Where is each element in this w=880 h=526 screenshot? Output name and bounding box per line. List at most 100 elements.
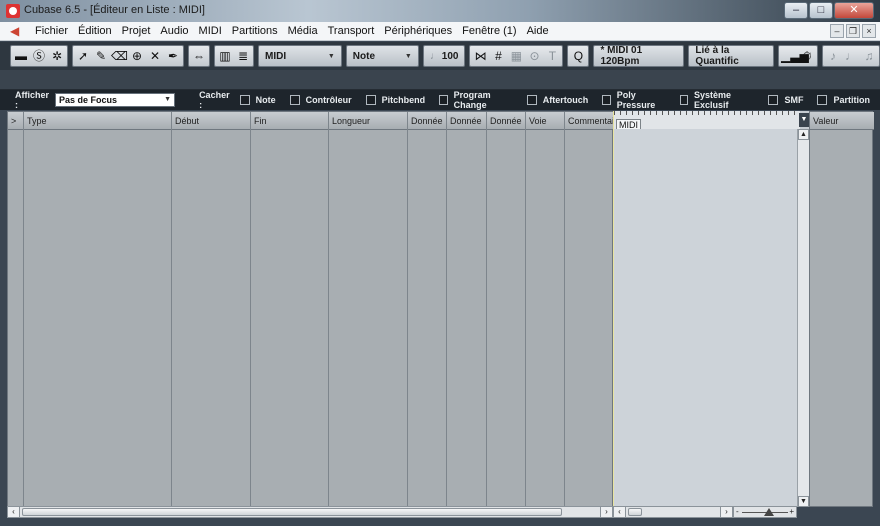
column-header-length[interactable]: Longueur — [329, 112, 408, 130]
cubase-app-icon — [6, 4, 20, 18]
list-icon[interactable]: ≣ — [235, 48, 251, 64]
menu-media[interactable]: Média — [283, 22, 323, 41]
scroll-right-icon[interactable]: › — [600, 507, 612, 517]
checkbox-box[interactable] — [817, 95, 828, 105]
swing-icon[interactable]: ⊙ — [526, 48, 542, 64]
column-header-data3[interactable]: Donnée — [487, 112, 526, 130]
menu-fichier[interactable]: Fichier — [30, 22, 73, 41]
column-header-comment[interactable]: Commentaire — [565, 112, 613, 130]
zoom-slider[interactable]: - + — [733, 506, 797, 518]
menu-projet[interactable]: Projet — [117, 22, 156, 41]
info-line-icon[interactable]: ▬ — [13, 48, 29, 64]
hide-note-checkbox[interactable]: Note — [236, 95, 276, 105]
column-header-start[interactable]: Début — [172, 112, 251, 130]
solo-icon[interactable]: Ⓢ — [31, 48, 47, 64]
checkbox-box[interactable] — [602, 95, 611, 105]
step-input-icon[interactable]: ⇔ — [191, 48, 207, 64]
length-quantize-select[interactable]: Lié à la Quantific — [688, 45, 774, 67]
track-select[interactable]: MIDI ▼ — [258, 45, 342, 67]
checkbox-box[interactable] — [439, 95, 448, 105]
note-length-icon[interactable]: ♪ — [825, 48, 841, 64]
snap-icon[interactable]: ⋈ — [472, 48, 488, 64]
bars-icon[interactable]: ▁▃▅ — [781, 48, 809, 64]
hide-aftertouch-checkbox[interactable]: Aftertouch — [523, 95, 588, 105]
zoom-in-icon[interactable]: + — [789, 507, 794, 516]
tools-group: ➚ ✎ ⌫ ⊕ ✕ ✒ — [72, 45, 184, 67]
menu-fenetre[interactable]: Fenêtre (1) — [457, 22, 521, 41]
event-display[interactable]: MIDI ▼ ▲ ▼ — [613, 111, 809, 507]
checkbox-box[interactable] — [526, 95, 537, 105]
velocity-field[interactable]: ♩ 100 — [422, 45, 466, 67]
zoom-out-icon[interactable]: - — [736, 507, 739, 516]
metronome-icon[interactable]: ⏱ — [799, 48, 815, 64]
column-header-expand[interactable]: > — [8, 112, 24, 130]
hide-sysex-checkbox[interactable]: Système Exclusif — [676, 90, 755, 110]
checkbox-box[interactable] — [289, 95, 300, 105]
pointer-tool-icon[interactable]: ➚ — [75, 48, 91, 64]
pencil-tool-icon[interactable]: ✎ — [93, 48, 109, 64]
column-header-value[interactable]: Valeur — [810, 112, 874, 130]
focus-select[interactable]: Pas de Focus ▼ — [55, 93, 176, 107]
vertical-scrollbar[interactable]: ▲ ▼ — [797, 129, 809, 507]
eraser-tool-icon[interactable]: ⌫ — [111, 48, 128, 64]
event-display-canvas[interactable] — [614, 129, 798, 507]
column-header-end[interactable]: Fin — [251, 112, 329, 130]
hide-smf-checkbox[interactable]: SMF — [764, 95, 803, 105]
doc-close-icon[interactable]: × — [862, 24, 876, 38]
checkbox-box[interactable] — [239, 95, 250, 105]
column-header-type[interactable]: Type — [24, 112, 172, 130]
note-length-icon[interactable]: ♫ — [861, 48, 877, 64]
ruler-menu-icon[interactable]: ▼ — [799, 113, 809, 127]
checkbox-box[interactable] — [768, 95, 779, 105]
zoom-tool-icon[interactable]: ⊕ — [129, 48, 145, 64]
list-scroll-thumb[interactable] — [22, 508, 562, 516]
menu-midi[interactable]: MIDI — [194, 22, 227, 41]
note-length-icon[interactable]: ♩ — [843, 48, 859, 64]
mute-tool-icon[interactable]: ✕ — [147, 48, 163, 64]
event-list[interactable]: > Type Début Fin Longueur Donnée Donnée … — [7, 111, 614, 507]
column-header-data2[interactable]: Donnée — [447, 112, 487, 130]
ruler[interactable]: MIDI — [614, 111, 800, 131]
menu-audio[interactable]: Audio — [155, 22, 193, 41]
quantize-select[interactable]: * MIDI 01 120Bpm — [593, 45, 685, 67]
quantize-icon[interactable]: Q — [570, 48, 586, 64]
scroll-right-icon[interactable]: › — [720, 507, 732, 517]
minimize-button[interactable]: – — [784, 2, 808, 19]
scroll-down-icon[interactable]: ▼ — [798, 496, 809, 507]
grid-type-icon[interactable]: ▦ — [508, 48, 524, 64]
column-header-channel[interactable]: Voie — [526, 112, 565, 130]
color-tool-icon[interactable]: ✒ — [165, 48, 181, 64]
doc-restore-icon[interactable]: ❐ — [846, 24, 860, 38]
list-horizontal-scrollbar[interactable]: ‹ › — [7, 506, 613, 518]
maximize-button[interactable]: □ — [809, 2, 833, 19]
display-horizontal-scrollbar[interactable]: ‹ › — [613, 506, 733, 518]
menu-peripheriques[interactable]: Périphériques — [379, 22, 457, 41]
doc-minimize-icon[interactable]: – — [830, 24, 844, 38]
hide-controller-checkbox[interactable]: Contrôleur — [286, 95, 352, 105]
menu-transport[interactable]: Transport — [323, 22, 380, 41]
grid-icon[interactable]: # — [490, 48, 506, 64]
show-label: Afficher : — [15, 90, 50, 110]
checkbox-box[interactable] — [365, 95, 376, 105]
hide-program-change-checkbox[interactable]: Program Change — [435, 90, 513, 110]
hide-partition-checkbox[interactable]: Partition — [813, 95, 870, 105]
scroll-left-icon[interactable]: ‹ — [614, 507, 626, 517]
value-panel[interactable]: Valeur — [809, 111, 874, 507]
scroll-up-icon[interactable]: ▲ — [798, 129, 809, 140]
zoom-knob[interactable] — [764, 508, 774, 516]
menu-aide[interactable]: Aide — [522, 22, 554, 41]
cubase-logo-icon[interactable]: ◀ — [10, 24, 24, 38]
close-button[interactable]: ✕ — [834, 2, 874, 19]
scroll-left-icon[interactable]: ‹ — [8, 507, 20, 517]
autoscroll-icon[interactable]: ✲ — [49, 48, 65, 64]
menu-partitions[interactable]: Partitions — [227, 22, 283, 41]
triplet-icon[interactable]: T — [544, 48, 560, 64]
menu-edition[interactable]: Édition — [73, 22, 117, 41]
insert-type-select[interactable]: Note ▼ — [345, 45, 419, 67]
checkbox-box[interactable] — [679, 95, 689, 105]
hide-poly-pressure-checkbox[interactable]: Poly Pressure — [598, 90, 665, 110]
column-header-data1[interactable]: Donnée — [408, 112, 447, 130]
display-scroll-thumb[interactable] — [628, 508, 642, 516]
hide-pitchbend-checkbox[interactable]: Pitchbend — [362, 95, 425, 105]
track-icon[interactable]: ▥ — [217, 48, 233, 64]
